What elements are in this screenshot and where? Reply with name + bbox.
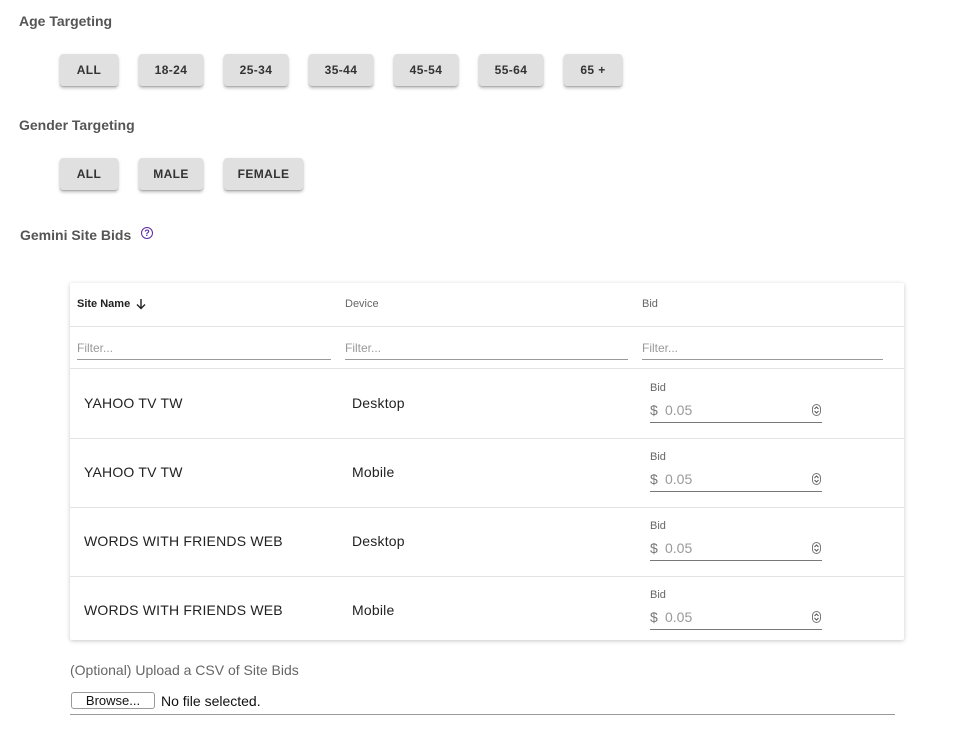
site-bids-title: Gemini Site Bids <box>20 227 132 243</box>
bid-value: 0.05 <box>665 402 693 418</box>
site-name-filter-input[interactable] <box>77 337 331 360</box>
upload-csv-label: (Optional) Upload a CSV of Site Bids <box>70 662 299 678</box>
number-stepper-icon[interactable] <box>812 611 821 623</box>
table-row: YAHOO TV TW Desktop Bid $ 0.05 <box>70 369 904 439</box>
currency-symbol: $ <box>650 471 658 487</box>
bid-field-label: Bid <box>650 520 666 532</box>
bid-field-label: Bid <box>650 451 666 463</box>
browse-button[interactable]: Browse... <box>71 692 155 709</box>
bid-field-label: Bid <box>650 589 666 601</box>
gender-chip-all[interactable]: ALL <box>60 158 118 190</box>
filter-row <box>70 327 904 369</box>
device-cell: Desktop <box>352 395 405 411</box>
age-chip-65-plus[interactable]: 65 + <box>564 54 622 86</box>
file-upload-field: Browse... No file selected. <box>70 690 895 715</box>
gender-chip-male[interactable]: MALE <box>139 158 203 190</box>
table-row: WORDS WITH FRIENDS WEB Mobile Bid $ 0.05 <box>70 576 904 640</box>
table-row: WORDS WITH FRIENDS WEB Desktop Bid $ 0.0… <box>70 507 904 577</box>
age-chip-55-64[interactable]: 55-64 <box>479 54 543 86</box>
bid-value: 0.05 <box>665 540 693 556</box>
age-targeting-title: Age Targeting <box>19 13 113 29</box>
bid-field-label: Bid <box>650 382 666 394</box>
gender-targeting-title: Gender Targeting <box>19 117 135 133</box>
site-name-cell: YAHOO TV TW <box>84 464 183 480</box>
number-stepper-icon[interactable] <box>812 473 821 485</box>
number-stepper-icon[interactable] <box>812 542 821 554</box>
device-cell: Mobile <box>352 464 395 480</box>
site-name-cell: WORDS WITH FRIENDS WEB <box>84 602 283 618</box>
age-chip-45-54[interactable]: 45-54 <box>394 54 458 86</box>
bid-input[interactable]: $ 0.05 <box>650 535 822 561</box>
table-header: Site Name Device Bid <box>70 283 904 327</box>
bid-value: 0.05 <box>665 609 693 625</box>
number-stepper-icon[interactable] <box>812 404 821 416</box>
column-header-site-name[interactable]: Site Name <box>77 298 147 310</box>
currency-symbol: $ <box>650 402 658 418</box>
table-row: YAHOO TV TW Mobile Bid $ 0.05 <box>70 438 904 508</box>
sort-arrow-down-icon <box>136 299 146 310</box>
gender-chip-female[interactable]: FEMALE <box>224 158 303 190</box>
site-name-cell: YAHOO TV TW <box>84 395 183 411</box>
gender-chip-row: ALL MALE FEMALE <box>60 158 303 190</box>
column-header-device[interactable]: Device <box>345 298 379 310</box>
column-header-site-name-label: Site Name <box>77 298 131 310</box>
currency-symbol: $ <box>650 540 658 556</box>
bid-input[interactable]: $ 0.05 <box>650 397 822 423</box>
age-chip-all[interactable]: ALL <box>60 54 118 86</box>
bid-filter-input[interactable] <box>642 337 883 360</box>
file-status-text: No file selected. <box>161 693 261 709</box>
site-name-cell: WORDS WITH FRIENDS WEB <box>84 533 283 549</box>
age-chip-18-24[interactable]: 18-24 <box>139 54 203 86</box>
age-chip-row: ALL 18-24 25-34 35-44 45-54 55-64 65 + <box>60 54 622 86</box>
device-cell: Mobile <box>352 602 395 618</box>
bid-input[interactable]: $ 0.05 <box>650 466 822 492</box>
bid-value: 0.05 <box>665 471 693 487</box>
currency-symbol: $ <box>650 609 658 625</box>
age-chip-35-44[interactable]: 35-44 <box>309 54 373 86</box>
site-bids-table: Site Name Device Bid YAHOO TV TW Desktop… <box>70 283 904 640</box>
bid-input[interactable]: $ 0.05 <box>650 604 822 630</box>
device-filter-input[interactable] <box>345 337 628 360</box>
column-header-bid[interactable]: Bid <box>642 298 658 310</box>
device-cell: Desktop <box>352 533 405 549</box>
age-chip-25-34[interactable]: 25-34 <box>224 54 288 86</box>
help-circle-icon[interactable]: ? <box>141 227 153 239</box>
